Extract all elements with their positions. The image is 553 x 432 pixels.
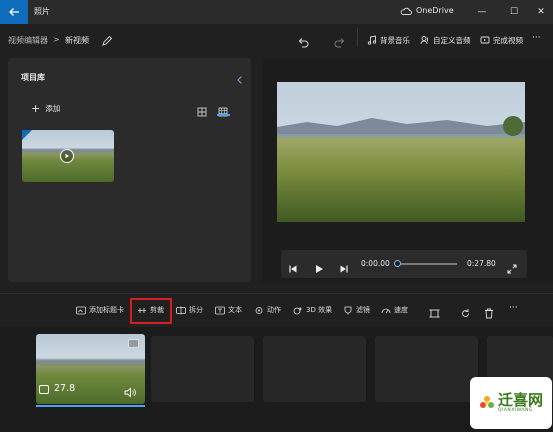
split-button[interactable]: 拆分 — [176, 303, 203, 317]
title-card-icon — [76, 306, 86, 314]
storyboard-empty-slot[interactable] — [263, 336, 366, 402]
pencil-icon — [102, 35, 113, 46]
export-video-icon — [480, 36, 490, 44]
seek-bar-thumb[interactable] — [394, 260, 401, 267]
add-media-button[interactable]: + 添加 — [31, 102, 60, 115]
close-button[interactable]: ✕ — [529, 0, 553, 24]
previous-frame-button[interactable] — [288, 259, 298, 278]
onedrive-label: OneDrive — [416, 6, 454, 15]
current-time: 0:00.00 — [361, 259, 390, 268]
chevron-left-icon — [237, 76, 242, 84]
motion-icon — [255, 306, 263, 314]
play-icon — [316, 265, 323, 273]
watermark-text: 迁喜网 — [497, 391, 543, 409]
storyboard-empty-slot[interactable] — [151, 336, 254, 402]
delete-button[interactable] — [484, 304, 494, 323]
fullscreen-button[interactable] — [507, 259, 517, 278]
video-preview — [277, 82, 525, 222]
background-music-button[interactable]: 背景音乐 — [367, 30, 410, 50]
onedrive-status[interactable]: OneDrive — [400, 6, 454, 15]
background-music-label: 背景音乐 — [380, 35, 410, 45]
motion-button[interactable]: 动作 — [254, 303, 281, 317]
collapse-library-button[interactable] — [236, 70, 244, 89]
site-watermark-logo: 迁喜网 QIANXIWANG — [470, 377, 552, 429]
text-icon — [215, 306, 225, 314]
landscape-preview-image — [277, 82, 525, 222]
in-project-marker — [22, 130, 32, 140]
crop-button[interactable] — [429, 304, 440, 323]
trash-icon — [485, 308, 493, 319]
play-button[interactable] — [314, 259, 324, 278]
custom-audio-label: 自定义音频 — [433, 35, 471, 45]
skip-forward-icon — [340, 265, 348, 273]
more-options-button[interactable]: ··· — [532, 33, 541, 43]
filters-label: 滤镜 — [356, 306, 370, 314]
project-library-title: 项目库 — [21, 73, 45, 82]
duration-icon — [39, 385, 49, 394]
rename-button[interactable] — [101, 32, 113, 51]
back-button[interactable] — [0, 0, 28, 24]
custom-audio-button[interactable]: 自定义音频 — [420, 30, 471, 50]
custom-audio-icon — [420, 36, 428, 45]
watermark-flower-icon — [479, 396, 494, 408]
add-title-card-label: 添加标题卡 — [89, 306, 124, 314]
speed-icon — [381, 308, 391, 313]
breadcrumb-separator: > — [53, 35, 60, 44]
undo-icon — [298, 38, 309, 48]
redo-icon — [334, 38, 345, 48]
add-title-card-button[interactable]: 添加标题卡 — [76, 303, 124, 317]
split-icon — [176, 306, 186, 314]
filters-button[interactable]: 滤镜 — [343, 303, 370, 317]
more-edit-options-button[interactable]: ··· — [509, 303, 518, 313]
clip-select-checkbox[interactable] — [128, 339, 139, 348]
crop-icon — [429, 309, 440, 318]
app-title: 照片 — [34, 7, 50, 16]
redo-button[interactable] — [334, 33, 346, 52]
3d-effects-button[interactable]: 3D 效果 — [293, 303, 332, 317]
clip-duration: 27.8 — [54, 383, 76, 394]
3d-effects-icon — [293, 306, 303, 314]
speaker-icon — [124, 387, 136, 398]
finish-video-button[interactable]: 完成视频 — [480, 30, 523, 50]
filters-icon — [344, 306, 352, 314]
finish-video-label: 完成视频 — [493, 35, 523, 45]
add-media-label: 添加 — [45, 104, 61, 113]
view-selected-indicator — [217, 114, 230, 116]
text-button[interactable]: 文本 — [215, 303, 242, 317]
cloud-icon — [400, 7, 412, 15]
speed-label: 速度 — [394, 306, 408, 314]
motion-label: 动作 — [267, 306, 281, 314]
clip-volume-button[interactable] — [124, 383, 137, 402]
breadcrumb-parent[interactable]: 视频编辑器 — [8, 35, 48, 46]
storyboard-empty-slot[interactable] — [375, 336, 478, 402]
minimize-button[interactable]: — — [470, 0, 494, 24]
breadcrumb-current: 新视频 — [65, 36, 89, 45]
expand-icon — [507, 264, 517, 274]
split-label: 拆分 — [189, 306, 203, 314]
text-label: 文本 — [228, 306, 242, 314]
rotate-icon — [462, 309, 469, 317]
plus-icon: + — [31, 102, 41, 115]
clip-selected-indicator — [36, 405, 145, 407]
skip-back-icon — [289, 265, 297, 273]
rotate-button[interactable] — [460, 304, 471, 323]
trim-highlight-box — [130, 298, 172, 324]
maximize-button[interactable]: ☐ — [502, 0, 526, 24]
speed-button[interactable]: 速度 — [381, 303, 408, 317]
3d-effects-label: 3D 效果 — [306, 306, 333, 314]
play-overlay-icon — [60, 149, 74, 163]
arrow-left-icon — [9, 8, 19, 16]
grid-view-button[interactable] — [197, 102, 207, 121]
music-note-icon — [367, 35, 377, 45]
toolbar-divider — [357, 28, 358, 46]
large-grid-icon — [197, 107, 207, 117]
undo-button[interactable] — [297, 33, 309, 52]
total-time: 0:27.80 — [467, 259, 496, 268]
next-frame-button[interactable] — [339, 259, 349, 278]
small-grid-view-button[interactable] — [218, 102, 228, 121]
seek-bar-track[interactable] — [397, 263, 457, 265]
